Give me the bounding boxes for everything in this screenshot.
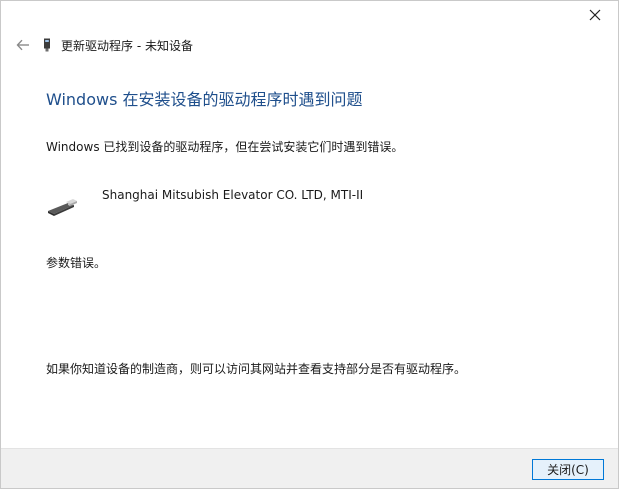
main-heading: Windows 在安装设备的驱动程序时遇到问题 <box>46 90 363 109</box>
close-x-icon[interactable] <box>582 5 608 25</box>
dialog-footer: 关闭(C) <box>1 448 618 488</box>
device-name: Shanghai Mitsubish Elevator CO. LTD, MTI… <box>102 188 364 202</box>
usb-device-icon <box>46 194 78 218</box>
close-button[interactable]: 关闭(C) <box>532 459 604 480</box>
device-small-icon <box>41 37 53 53</box>
update-driver-dialog: 更新驱动程序 - 未知设备 Windows 在安装设备的驱动程序时遇到问题 Wi… <box>0 0 619 489</box>
dialog-header: 更新驱动程序 - 未知设备 <box>1 31 618 59</box>
error-message: Windows 已找到设备的驱动程序，但在尝试安装它们时遇到错误。 <box>46 140 404 154</box>
back-arrow-icon[interactable] <box>9 31 37 59</box>
dialog-title: 更新驱动程序 - 未知设备 <box>61 38 193 53</box>
help-text: 如果你知道设备的制造商，则可以访问其网站并查看支持部分是否有驱动程序。 <box>46 362 467 376</box>
device-row: Shanghai Mitsubish Elevator CO. LTD, MTI… <box>46 188 566 224</box>
error-detail: 参数错误。 <box>46 256 107 270</box>
